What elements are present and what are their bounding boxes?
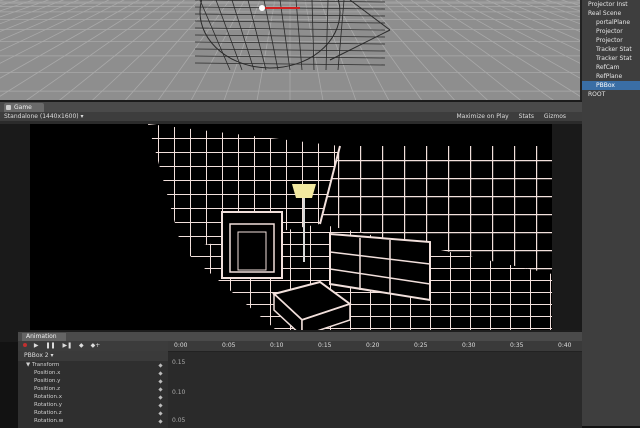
animation-property[interactable]: Rotation.z <box>18 409 168 417</box>
fireplace <box>221 211 283 279</box>
property-label: Position.y <box>34 378 61 384</box>
hierarchy-item[interactable]: Projector <box>582 27 640 36</box>
animation-property[interactable]: Position.x <box>18 369 168 377</box>
hierarchy-item[interactable]: ROOT <box>582 90 640 99</box>
ruler-tick-label: 0:15 <box>318 342 332 349</box>
hierarchy-item[interactable]: PBBox <box>582 81 640 90</box>
ruler-tick-label: 0:20 <box>366 342 380 349</box>
animation-panel: Animation ▶ ❚❚ ▶❚ ◆ ◆+ PBBox 2 ▾ ▼ Trans… <box>18 330 582 428</box>
hierarchy-item[interactable]: Tracker Stat <box>582 54 640 63</box>
gizmos-dropdown[interactable]: Gizmos <box>544 113 566 120</box>
property-label: Rotation.z <box>34 410 62 416</box>
animation-property[interactable]: Rotation.x <box>18 393 168 401</box>
ruler-tick-label: 0:05 <box>222 342 236 349</box>
scene-view[interactable] <box>0 0 583 108</box>
stats-toggle[interactable]: Stats <box>519 113 534 120</box>
hierarchy-item[interactable]: RefCam <box>582 63 640 72</box>
keyframe-icon[interactable] <box>158 363 163 368</box>
animation-tabbar: Animation <box>18 332 582 341</box>
viewport-right-margin <box>552 124 582 342</box>
animation-properties: ▼ Transform Position.x Position.y Position.… <box>18 361 168 428</box>
hierarchy-item[interactable]: Projector Inst <box>582 0 640 9</box>
resolution-label: Standalone (1440x1600) <box>4 113 79 120</box>
property-label: ▼ Transform <box>26 362 60 368</box>
hierarchy-item[interactable]: RefPlane <box>582 72 640 81</box>
ruler-tick-label: 0:40 <box>558 342 572 349</box>
wireframe-room <box>148 124 552 342</box>
timeline[interactable]: 0:00 0:05 0:10 0:15 0:20 0:25 0:30 0:35 0:40 0.1… <box>168 341 582 428</box>
animation-property[interactable]: ▼ Transform <box>18 361 168 369</box>
game-icon <box>6 105 11 110</box>
ruler-tick-label: 0:30 <box>462 342 476 349</box>
pause-button[interactable]: ❚❚ <box>45 342 55 349</box>
clip-label: PBBox 2 <box>24 352 49 359</box>
animation-property[interactable]: Rotation.w <box>18 417 168 425</box>
hierarchy-item[interactable]: Projector <box>582 36 640 45</box>
ruler-tick-label: 0:00 <box>174 342 188 349</box>
timeline-ruler[interactable]: 0:00 0:05 0:10 0:15 0:20 0:25 0:30 0:35 0:40 <box>168 341 582 352</box>
add-event-button[interactable]: ◆+ <box>91 342 101 349</box>
animation-property[interactable]: Position.z <box>18 385 168 393</box>
keyframe-icon[interactable] <box>158 371 163 376</box>
curve-value-label: 0.15 <box>172 359 186 366</box>
keyframe-icon[interactable] <box>158 379 163 384</box>
keyframe-icon[interactable] <box>158 411 163 416</box>
animation-property[interactable]: Rotation.y <box>18 401 168 409</box>
hierarchy-item[interactable]: Real Scene <box>582 9 640 18</box>
game-viewport[interactable] <box>30 124 552 342</box>
tab-animation[interactable]: Animation <box>22 333 66 341</box>
game-panel: Game Standalone (1440x1600) ▾ Maximize o… <box>0 100 582 342</box>
step-button[interactable]: ▶❚ <box>62 342 72 349</box>
hierarchy-item[interactable]: Tracker Stat <box>582 45 640 54</box>
clip-dropdown[interactable]: PBBox 2 ▾ <box>18 351 168 361</box>
keyframe-icon[interactable] <box>158 395 163 400</box>
tab-animation-label: Animation <box>26 333 57 340</box>
hierarchy-item[interactable]: portalPlane <box>582 18 640 27</box>
property-label: Rotation.w <box>34 418 64 424</box>
ruler-tick-label: 0:10 <box>270 342 284 349</box>
curve-value-label: 0.05 <box>172 417 186 424</box>
animation-property[interactable]: Position.y <box>18 377 168 385</box>
game-tabbar: Game <box>0 102 582 112</box>
game-toolbar: Standalone (1440x1600) ▾ Maximize on Pla… <box>0 112 582 121</box>
viewport-left-margin <box>0 124 30 342</box>
keyframe-icon[interactable] <box>158 403 163 408</box>
resolution-dropdown[interactable]: Standalone (1440x1600) ▾ <box>4 112 84 121</box>
ruler-tick-label: 0:35 <box>510 342 524 349</box>
property-label: Position.z <box>34 386 61 392</box>
property-label: Rotation.y <box>34 402 63 408</box>
animation-controls: ▶ ❚❚ ▶❚ ◆ ◆+ <box>18 341 168 351</box>
play-button[interactable]: ▶ <box>34 342 39 349</box>
hierarchy-list: Projector Inst Real Scene portalPlane Proje… <box>582 0 640 99</box>
record-icon[interactable] <box>23 343 27 347</box>
keyframe-icon[interactable] <box>158 419 163 424</box>
add-keyframe-button[interactable]: ◆ <box>79 342 84 349</box>
tab-game-label: Game <box>14 104 32 111</box>
tab-game[interactable]: Game <box>4 103 44 112</box>
game-options: Maximize on Play Stats Gizmos <box>448 112 566 121</box>
maximize-on-play-toggle[interactable]: Maximize on Play <box>456 113 508 120</box>
curve-value-label: 0.10 <box>172 389 186 396</box>
keyframe-icon[interactable] <box>158 387 163 392</box>
scene-grid <box>0 0 583 108</box>
hierarchy-panel: Projector Inst Real Scene portalPlane Proje… <box>580 0 640 426</box>
property-label: Rotation.x <box>34 394 63 400</box>
ruler-tick-label: 0:25 <box>414 342 428 349</box>
property-label: Position.x <box>34 370 61 376</box>
